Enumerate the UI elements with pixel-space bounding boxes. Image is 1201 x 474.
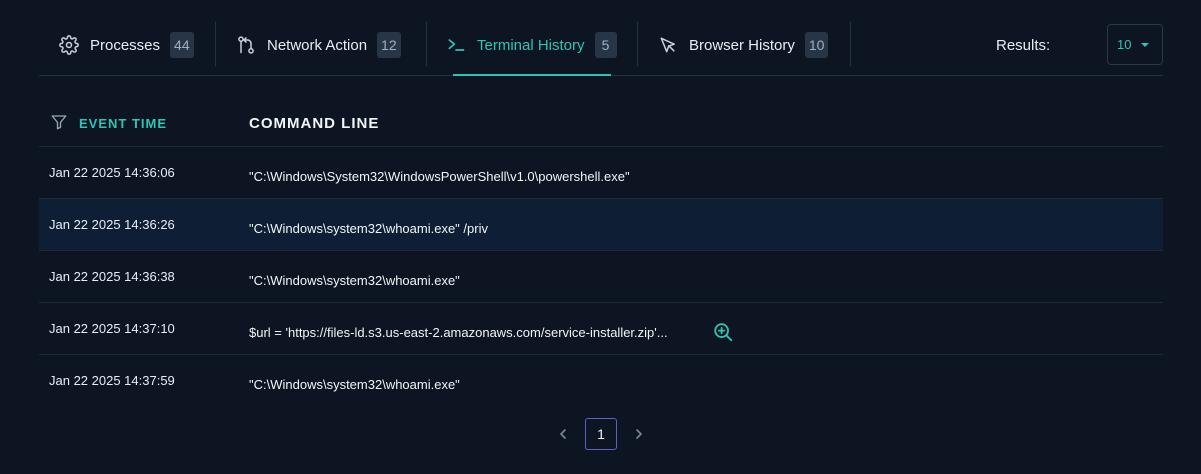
table-row[interactable]: Jan 22 2025 14:36:38 "C:\Windows\system3… — [39, 251, 1163, 303]
zoom-in-icon[interactable] — [712, 321, 734, 343]
active-tab-indicator — [453, 74, 611, 76]
tab-label: Processes — [90, 36, 161, 54]
tab-divider — [426, 22, 427, 66]
tab-network-action[interactable]: Network Action 12 — [235, 24, 401, 66]
column-header-event-time[interactable]: EVENT TIME — [79, 116, 167, 131]
command-line-cell: "C:\Windows\system32\whoami.exe" — [249, 377, 460, 392]
caret-down-icon — [1141, 42, 1150, 47]
event-time-cell: Jan 22 2025 14:36:38 — [49, 269, 175, 284]
tab-divider — [215, 22, 216, 66]
command-line-cell: $url = 'https://files-ld.s3.us-east-2.am… — [249, 325, 668, 340]
cursor-arrow-icon — [657, 34, 679, 56]
table-row[interactable]: Jan 22 2025 14:37:10 $url = 'https://fil… — [39, 303, 1163, 355]
table-body: Jan 22 2025 14:36:06 "C:\Windows\System3… — [39, 147, 1163, 407]
tab-label: Terminal History — [477, 36, 585, 54]
results-per-page-select[interactable]: 10 — [1107, 24, 1163, 65]
count-badge: 44 — [170, 32, 194, 58]
column-header-command-line: COMMAND LINE — [249, 115, 380, 132]
tab-browser-history[interactable]: Browser History 10 — [657, 24, 829, 66]
tab-bar: Processes 44 Network Action 12 Terminal … — [39, 0, 1163, 76]
network-branch-icon — [235, 34, 257, 56]
results-label: Results: — [996, 37, 1051, 54]
command-line-cell: "C:\Windows\System32\WindowsPowerShell\v… — [249, 169, 630, 184]
pagination: 1 — [0, 418, 1201, 450]
event-time-cell: Jan 22 2025 14:37:59 — [49, 373, 175, 388]
count-badge: 10 — [804, 32, 829, 58]
event-time-cell: Jan 22 2025 14:37:10 — [49, 321, 175, 336]
event-time-cell: Jan 22 2025 14:36:06 — [49, 165, 175, 180]
tab-divider — [637, 22, 638, 66]
tab-processes[interactable]: Processes 44 — [58, 24, 194, 66]
chevron-right-icon[interactable] — [631, 425, 647, 443]
table-row[interactable]: Jan 22 2025 14:37:59 "C:\Windows\system3… — [39, 355, 1163, 407]
table-row[interactable]: Jan 22 2025 14:36:26 "C:\Windows\system3… — [39, 199, 1163, 251]
gear-icon — [58, 34, 80, 56]
tab-divider — [850, 22, 851, 66]
table-row[interactable]: Jan 22 2025 14:36:06 "C:\Windows\System3… — [39, 147, 1163, 199]
event-time-cell: Jan 22 2025 14:36:26 — [49, 217, 175, 232]
tab-label: Browser History — [689, 36, 795, 54]
table-header: EVENT TIME COMMAND LINE — [39, 97, 1163, 147]
page-number-button[interactable]: 1 — [585, 418, 617, 450]
tab-terminal-history[interactable]: Terminal History 5 — [445, 24, 617, 66]
tab-label: Network Action — [267, 36, 368, 54]
count-badge: 5 — [594, 32, 617, 58]
command-line-cell: "C:\Windows\system32\whoami.exe" — [249, 273, 460, 288]
count-badge: 12 — [377, 32, 401, 58]
filter-icon[interactable] — [50, 113, 68, 131]
terminal-prompt-icon — [445, 34, 467, 56]
command-line-cell: "C:\Windows\system32\whoami.exe" /priv — [249, 221, 488, 236]
chevron-left-icon[interactable] — [555, 425, 571, 443]
results-value: 10 — [1117, 37, 1132, 52]
